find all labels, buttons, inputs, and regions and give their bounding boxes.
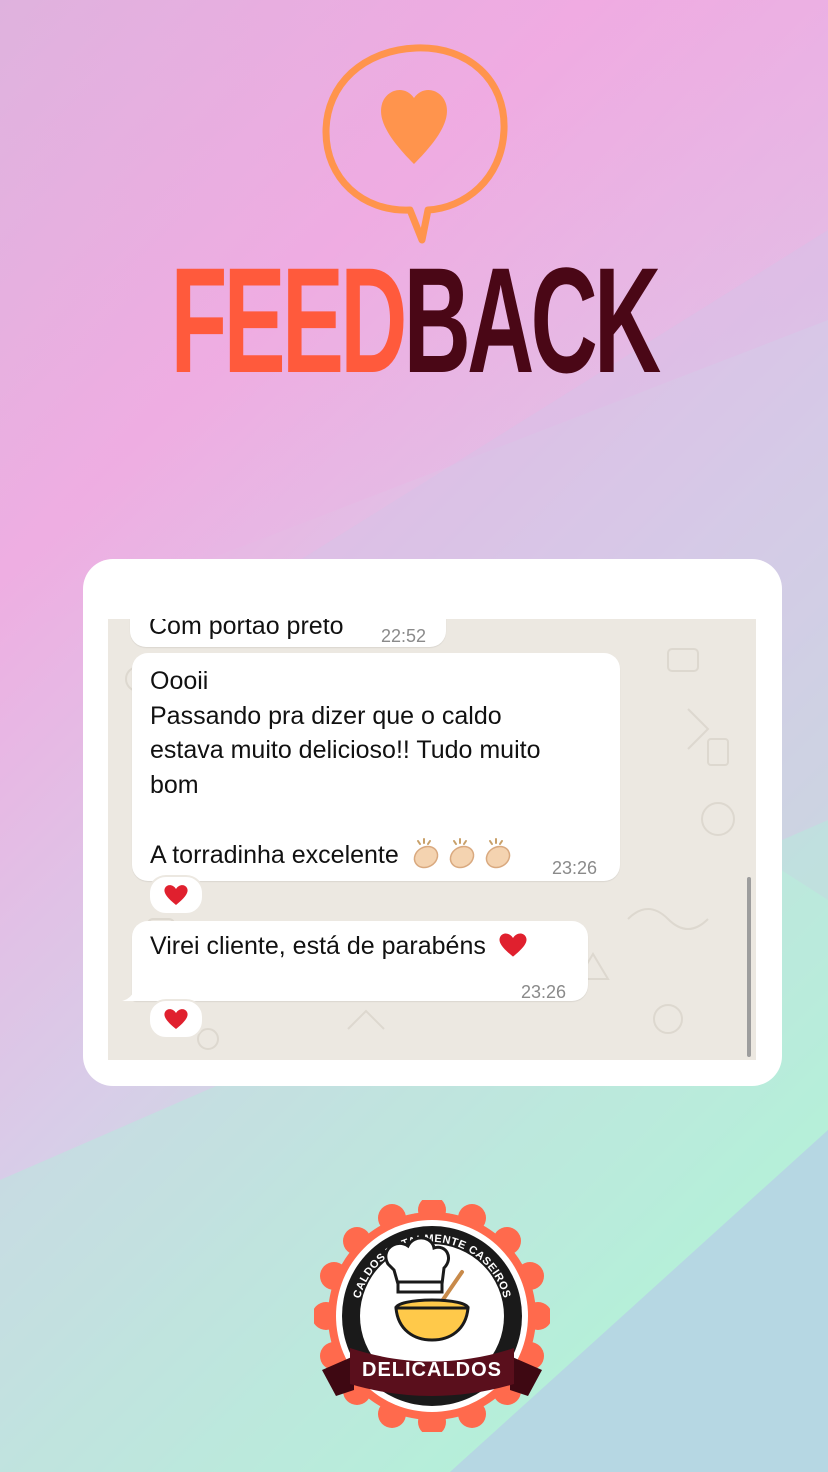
message-text: Virei cliente, está de parabéns bbox=[150, 932, 486, 960]
message-time: 23:26 bbox=[552, 858, 598, 878]
title-back: BACK bbox=[403, 236, 661, 404]
logo-brand-text: DELICALDOS bbox=[362, 1359, 502, 1381]
message-line: estava muito delicioso!! Tudo muito bbox=[150, 736, 541, 764]
chat-area: Com portão preto 22:52 Oooii Passando pr… bbox=[108, 619, 756, 1060]
message-bubble[interactable]: Com portão preto 22:52 bbox=[130, 619, 446, 647]
message-line: bom bbox=[150, 770, 199, 799]
chat-scrollbar[interactable] bbox=[747, 877, 751, 1057]
clapping-hands-emoji bbox=[413, 837, 511, 868]
message-line: Oooii bbox=[150, 667, 209, 695]
delicaldos-logo: CALDOS TOTALMENTE CASEIROS DELICALDOS bbox=[314, 1200, 550, 1432]
message-line: Passando pra dizer que o caldo bbox=[150, 701, 502, 730]
message-bubble[interactable]: Oooii Passando pra dizer que o caldo est… bbox=[132, 653, 620, 881]
message-text: Oooii Passando pra dizer que o caldo est… bbox=[150, 664, 610, 872]
page-title: FEEDBACK bbox=[157, 240, 670, 400]
message-line: A torradinha excelente bbox=[150, 840, 399, 869]
reaction-badge[interactable] bbox=[148, 875, 204, 915]
reaction-badge[interactable] bbox=[148, 999, 204, 1039]
red-heart-icon bbox=[164, 1009, 188, 1029]
speech-bubble-heart-icon bbox=[322, 44, 508, 244]
message-time: 23:26 bbox=[521, 982, 567, 1002]
message-bubble[interactable]: Virei cliente, está de parabéns 23:26 bbox=[132, 921, 588, 1002]
red-heart-icon bbox=[164, 885, 188, 905]
title-feed: FEED bbox=[170, 236, 408, 404]
red-heart-icon bbox=[499, 933, 527, 957]
bubble-tail bbox=[122, 987, 142, 1001]
message-text: Com portão preto bbox=[149, 619, 344, 640]
message-time: 22:52 bbox=[381, 626, 427, 646]
message-line bbox=[150, 802, 610, 837]
